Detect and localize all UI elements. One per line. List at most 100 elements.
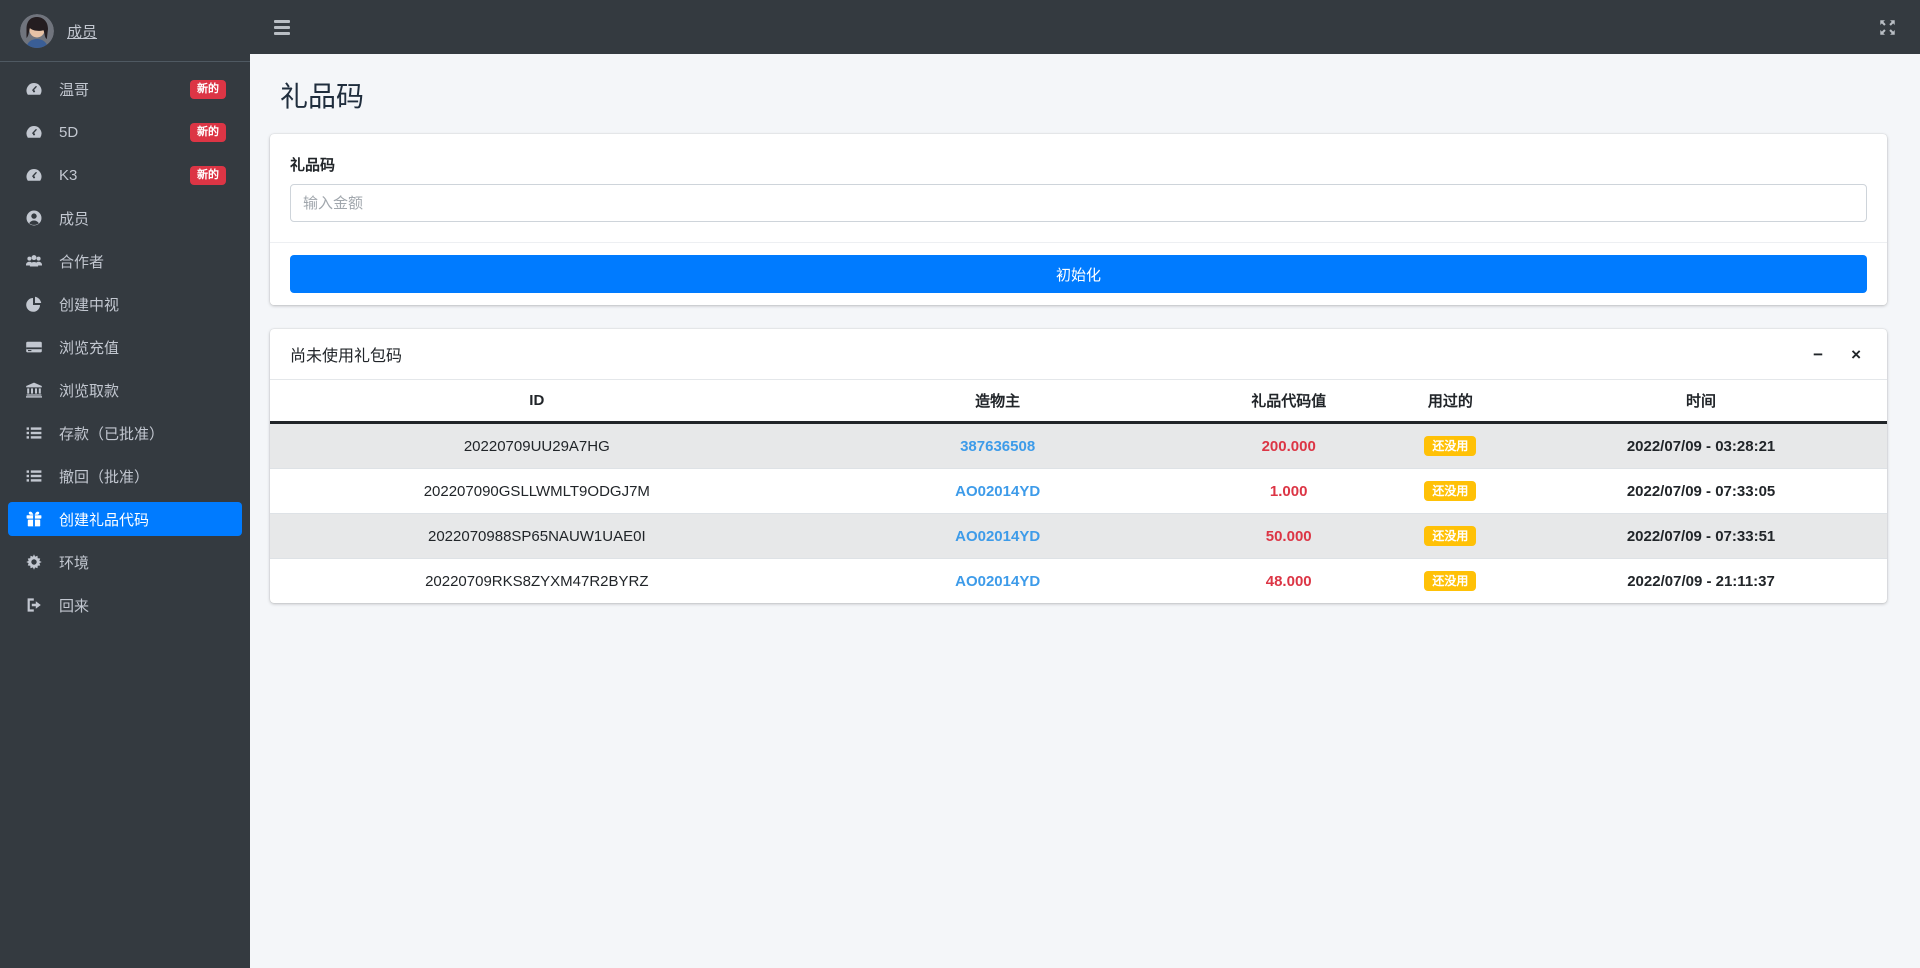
cell-used: 还没用 (1385, 558, 1516, 603)
sidebar-item-label: 创建中视 (59, 296, 120, 314)
form-card-body: 礼品码 (270, 134, 1887, 242)
creator-link[interactable]: AO02014YD (955, 483, 1040, 500)
cell-value: 200.000 (1261, 437, 1316, 455)
sidebar-item-label: 5D (59, 123, 79, 141)
gift-code-form-card: 礼品码 初始化 (270, 134, 1887, 305)
card-tools: − × (1811, 344, 1863, 365)
sidebar-item-partners[interactable]: 合作者 (8, 244, 242, 278)
tachometer-icon (25, 123, 45, 141)
list-icon (25, 467, 45, 485)
sidebar-item-label: 撤回（批准） (59, 468, 150, 486)
list-icon (25, 424, 45, 442)
sidebar: 成员 温哥 新的 5D 新的 K3 新的 成员 合作者 创建中视 浏览充值 浏览… (0, 0, 250, 968)
column-header-used: 用过的 (1385, 380, 1516, 424)
status-badge: 还没用 (1424, 571, 1477, 591)
sidebar-item-label: 回来 (59, 597, 90, 615)
creator-link[interactable]: AO02014YD (955, 528, 1040, 545)
cell-id: 20220709RKS8ZYXM47R2BYRZ (270, 558, 804, 603)
cell-time: 2022/07/09 - 21:11:37 (1515, 558, 1887, 603)
form-card-footer: 初始化 (270, 242, 1887, 305)
cell-time: 2022/07/09 - 03:28:21 (1626, 437, 1776, 455)
sidebar-item-withdraw-approved[interactable]: 撤回（批准） (8, 459, 242, 493)
sidebar-item-members[interactable]: 成员 (8, 201, 242, 235)
sidebar-item-label: 环境 (59, 554, 90, 572)
status-badge: 还没用 (1424, 526, 1477, 546)
sidebar-item-label: K3 (59, 166, 78, 184)
cell-time: 2022/07/09 - 07:33:05 (1515, 468, 1887, 514)
page-title: 礼品码 (280, 81, 365, 112)
cell-value: 50.000 (1191, 513, 1386, 559)
sidebar-item-deposits-approved[interactable]: 存款（已批准） (8, 416, 242, 450)
bank-icon (25, 381, 45, 399)
table-row: 202207090GSLLWMLT9ODGJ7M AO02014YD 1.000… (270, 468, 1887, 514)
close-icon[interactable]: × (1849, 344, 1863, 365)
sidebar-item-label: 创建礼品代码 (59, 511, 150, 529)
cell-time: 2022/07/09 - 07:33:51 (1515, 513, 1887, 559)
user-name-link[interactable]: 成员 (67, 21, 97, 42)
creator-link[interactable]: AO02014YD (955, 573, 1040, 590)
top-navbar (250, 0, 1920, 54)
user-icon (25, 209, 45, 227)
tachometer-icon (25, 80, 45, 98)
status-badge: 还没用 (1424, 481, 1477, 501)
cell-value: 48.000 (1191, 558, 1386, 603)
sidebar-item-label: 浏览充值 (59, 339, 120, 357)
creator-link[interactable]: 387636508 (960, 438, 1035, 455)
cell-used: 还没用 (1386, 423, 1515, 469)
sidebar-item-label: 合作者 (59, 253, 105, 271)
table-card-header: 尚未使用礼包码 − × (270, 329, 1887, 380)
cell-used: 还没用 (1385, 513, 1516, 559)
collapse-icon[interactable]: − (1811, 344, 1825, 365)
column-header-id: ID (270, 380, 804, 424)
sidebar-item-browse-withdrawal[interactable]: 浏览取款 (8, 373, 242, 407)
avatar-image (20, 14, 54, 48)
status-badge: 还没用 (1424, 436, 1477, 456)
initialize-button[interactable]: 初始化 (290, 255, 1867, 293)
sidebar-item-5d[interactable]: 5D 新的 (8, 115, 242, 149)
sidebar-item-wenge[interactable]: 温哥 新的 (8, 72, 242, 106)
table-header-row: ID 造物主 礼品代码值 用过的 时间 (270, 380, 1887, 424)
gift-icon (25, 510, 45, 528)
table-row: 2022070988SP65NAUW1UAE0I AO02014YD 50.00… (270, 513, 1887, 559)
fullscreen-icon[interactable] (1879, 19, 1896, 36)
table-card-title: 尚未使用礼包码 (290, 348, 403, 365)
unused-gift-codes-card: 尚未使用礼包码 − × ID 造物主 礼品代码值 用过的 时间 20220709… (270, 329, 1887, 603)
amount-label: 礼品码 (290, 157, 336, 174)
sidebar-item-back[interactable]: 回来 (8, 588, 242, 622)
sidebar-item-create-gift-code[interactable]: 创建礼品代码 (8, 502, 242, 536)
sidebar-item-label: 浏览取款 (59, 382, 120, 400)
column-header-time: 时间 (1515, 380, 1887, 424)
pie-chart-icon (25, 295, 45, 313)
amount-input[interactable] (290, 184, 1867, 222)
cell-creator: AO02014YD (803, 513, 1192, 559)
cell-id: 2022070988SP65NAUW1UAE0I (270, 513, 804, 559)
menu-toggle-icon[interactable] (274, 16, 290, 39)
credit-card-icon (25, 338, 45, 356)
table-row: 20220709UU29A7HG 387636508 200.000 还没用 2… (270, 422, 1887, 469)
cell-creator: AO02014YD (803, 468, 1192, 514)
sidebar-item-create-midview[interactable]: 创建中视 (8, 287, 242, 321)
cell-used: 还没用 (1385, 468, 1516, 514)
new-badge: 新的 (190, 122, 226, 142)
cell-creator: AO02014YD (803, 558, 1192, 603)
sidebar-item-label: 成员 (59, 210, 90, 228)
cell-id: 20220709UU29A7HG (463, 437, 610, 455)
gear-icon (25, 553, 45, 571)
table-row: 20220709RKS8ZYXM47R2BYRZ AO02014YD 48.00… (270, 558, 1887, 603)
sidebar-item-k3[interactable]: K3 新的 (8, 158, 242, 192)
sidebar-menu: 温哥 新的 5D 新的 K3 新的 成员 合作者 创建中视 浏览充值 浏览取款 … (0, 62, 250, 641)
sidebar-item-label: 存款（已批准） (59, 425, 165, 443)
main-content: 礼品码 礼品码 初始化 尚未使用礼包码 − × ID 造物主 (250, 54, 1920, 603)
sidebar-item-environment[interactable]: 环境 (8, 545, 242, 579)
column-header-creator: 造物主 (803, 380, 1192, 424)
gift-codes-table: ID 造物主 礼品代码值 用过的 时间 20220709UU29A7HG 387… (270, 380, 1887, 603)
sidebar-item-label: 温哥 (59, 81, 90, 99)
cell-id: 202207090GSLLWMLT9ODGJ7M (270, 468, 804, 514)
new-badge: 新的 (190, 79, 226, 99)
cell-value: 1.000 (1191, 468, 1386, 514)
new-badge: 新的 (190, 165, 226, 185)
avatar (20, 14, 54, 48)
sidebar-item-browse-recharge[interactable]: 浏览充值 (8, 330, 242, 364)
tachometer-icon (25, 166, 45, 184)
users-icon (25, 252, 45, 270)
